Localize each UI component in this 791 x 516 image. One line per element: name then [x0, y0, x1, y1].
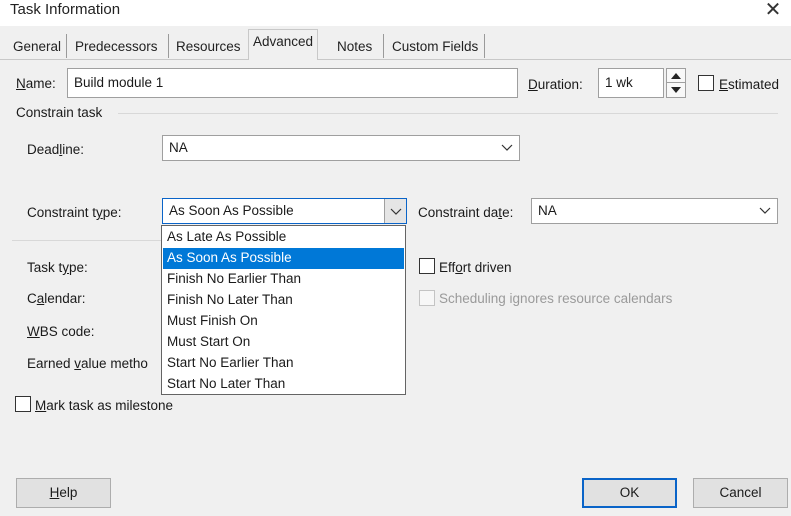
chevron-down-icon — [759, 207, 771, 214]
earned-value-method-label: Earned value metho — [27, 356, 148, 371]
option-finish-no-earlier-than[interactable]: Finish No Earlier Than — [163, 269, 404, 290]
effort-driven-checkbox[interactable] — [419, 258, 435, 274]
name-input[interactable]: Build module 1 — [67, 68, 518, 98]
tab-separator — [66, 34, 67, 58]
option-as-late-as-possible[interactable]: As Late As Possible — [163, 227, 404, 248]
calendar-label: Calendar: — [27, 291, 86, 306]
deadline-dropdown[interactable]: NA — [162, 135, 520, 161]
effort-driven-label: Effort driven — [439, 260, 512, 275]
tab-notes[interactable]: Notes — [332, 34, 377, 60]
deadline-value: NA — [169, 140, 188, 155]
tab-separator — [383, 34, 384, 58]
milestone-checkbox[interactable] — [15, 396, 31, 412]
wbs-code-label: WBS code: — [27, 324, 95, 339]
chevron-down-icon — [390, 208, 402, 215]
constraint-date-dropdown[interactable]: NA — [531, 198, 778, 224]
spin-up-icon[interactable] — [667, 69, 685, 83]
scheduling-ignores-label: Scheduling ignores resource calendars — [439, 291, 673, 306]
duration-spinner[interactable] — [666, 68, 686, 98]
ok-button[interactable]: OK — [582, 478, 677, 508]
tab-resources[interactable]: Resources — [171, 34, 246, 60]
estimated-label: Estimated — [719, 77, 780, 92]
tab-custom-fields[interactable]: Custom Fields — [387, 34, 483, 60]
constraint-date-value: NA — [538, 203, 557, 218]
constraint-type-value: As Soon As Possible — [169, 203, 294, 218]
tab-separator — [484, 34, 485, 58]
title-bar: Task Information ✕ — [0, 0, 791, 26]
tab-general[interactable]: General — [8, 34, 66, 60]
constraint-type-dropdown[interactable]: As Soon As Possible — [162, 198, 407, 224]
constrain-task-heading: Constrain task — [16, 105, 103, 120]
close-icon[interactable]: ✕ — [760, 0, 786, 22]
tab-advanced[interactable]: Advanced — [248, 29, 319, 61]
duration-input[interactable]: 1 wk — [598, 68, 664, 98]
constraint-type-options-list[interactable]: As Late As Possible As Soon As Possible … — [161, 225, 406, 395]
option-must-finish-on[interactable]: Must Finish On — [163, 311, 404, 332]
spin-down-icon[interactable] — [667, 83, 685, 97]
constraint-type-label: Constraint type: — [27, 205, 122, 220]
tab-predecessors[interactable]: Predecessors — [70, 34, 163, 60]
group-divider — [12, 240, 162, 241]
help-button[interactable]: Help — [16, 478, 111, 508]
cancel-button[interactable]: Cancel — [693, 478, 788, 508]
tab-strip: General Predecessors Resources Advanced … — [0, 26, 791, 61]
option-start-no-later-than[interactable]: Start No Later Than — [163, 374, 404, 395]
estimated-checkbox[interactable] — [698, 75, 714, 91]
deadline-label: Deadline: — [27, 142, 85, 157]
group-divider — [118, 113, 778, 114]
option-finish-no-later-than[interactable]: Finish No Later Than — [163, 290, 404, 311]
constraint-date-label: Constraint date: — [418, 205, 514, 220]
dropdown-button[interactable] — [384, 199, 406, 223]
tab-separator — [168, 34, 169, 58]
option-as-soon-as-possible[interactable]: As Soon As Possible — [163, 248, 404, 269]
milestone-label: Mark task as milestone — [35, 398, 174, 413]
name-label: Name: — [16, 76, 56, 91]
option-start-no-earlier-than[interactable]: Start No Earlier Than — [163, 353, 404, 374]
chevron-down-icon — [501, 144, 513, 151]
window-title: Task Information — [10, 1, 121, 18]
option-must-start-on[interactable]: Must Start On — [163, 332, 404, 353]
duration-label: Duration: — [528, 77, 583, 92]
task-type-label: Task type: — [27, 260, 88, 275]
scheduling-ignores-checkbox[interactable] — [419, 290, 435, 306]
